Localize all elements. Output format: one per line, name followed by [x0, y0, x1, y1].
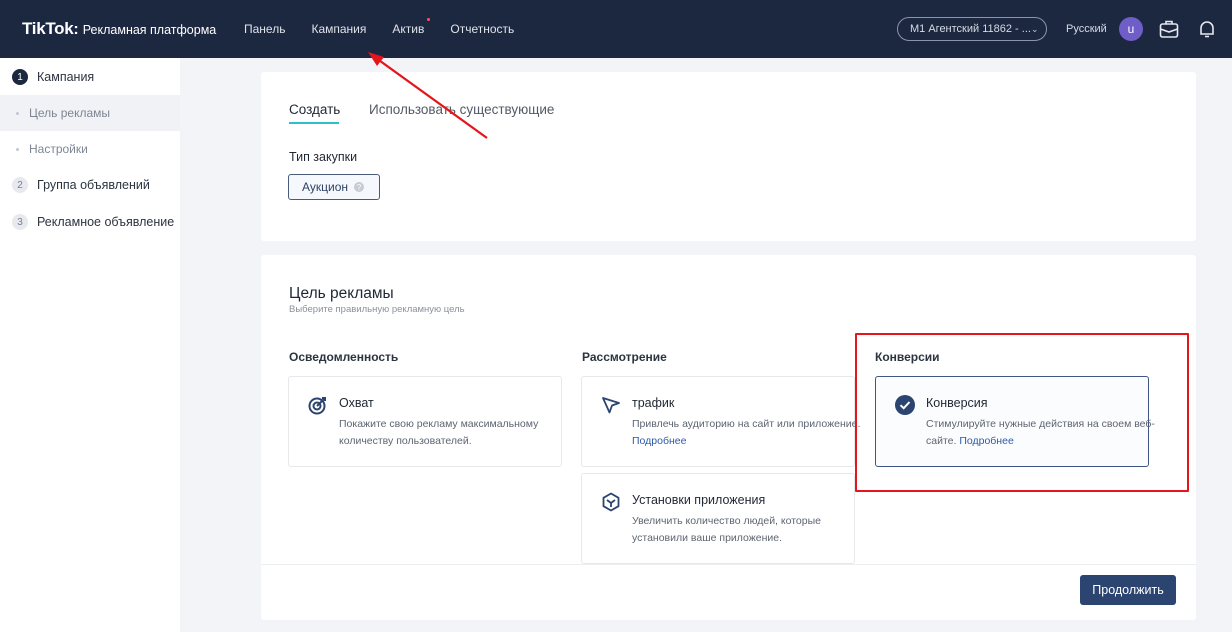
bell-icon[interactable]	[1196, 18, 1218, 40]
briefcase-icon[interactable]	[1158, 18, 1180, 40]
substep-label: Настройки	[29, 142, 88, 156]
option-description: Привлечь аудиторию на сайт или приложени…	[632, 416, 862, 450]
notification-dot	[427, 18, 431, 21]
option-description-text: Привлечь аудиторию на сайт или приложени…	[632, 418, 861, 430]
objective-subtitle: Выберите правильную рекламную цель	[289, 304, 465, 315]
step-number: 2	[12, 177, 28, 193]
step-number: 3	[12, 214, 28, 230]
substep-settings[interactable]: Настройки	[0, 131, 180, 167]
objective-title: Цель рекламы	[289, 285, 394, 302]
account-label: M1 Агентский 11862 - ...	[910, 23, 1031, 35]
highlight-box	[855, 333, 1189, 492]
target-icon	[308, 397, 326, 415]
option-title: Установки приложения	[632, 493, 766, 507]
chevron-down-icon: ⌄	[1030, 23, 1039, 34]
auction-label: Аукцион	[302, 180, 348, 194]
option-title: трафик	[632, 396, 675, 410]
step-ad[interactable]: 3 Рекламное объявление	[0, 204, 180, 240]
learn-more-link[interactable]: Подробнее	[632, 435, 686, 447]
step-label: Кампания	[37, 70, 95, 84]
main-nav: Панель Кампания Актив Отчетность	[244, 0, 540, 58]
step-number: 1	[12, 69, 28, 85]
step-ad-group[interactable]: 2 Группа объявлений	[0, 167, 180, 203]
bullet-icon	[16, 147, 19, 151]
step-label: Рекламное объявление	[37, 215, 175, 229]
brand-subtitle: Рекламная платформа	[82, 23, 217, 37]
option-description: Увеличить количество людей, которые уста…	[632, 515, 821, 544]
option-reach[interactable]: Охват Покажите свою рекламу максимальном…	[288, 376, 562, 467]
step-campaign[interactable]: 1 Кампания	[0, 59, 180, 95]
app-cube-icon	[602, 492, 620, 512]
purchase-type-label: Тип закупки	[289, 150, 358, 164]
tab-create[interactable]: Создать	[289, 102, 340, 117]
purchase-type-card: Создать Использовать существующие Тип за…	[261, 72, 1196, 241]
nav-dashboard[interactable]: Панель	[244, 22, 285, 36]
option-description: Покажите свою рекламу максимальному коли…	[339, 418, 539, 447]
substep-ad-objective[interactable]: Цель рекламы	[0, 95, 180, 131]
nav-reporting[interactable]: Отчетность	[450, 22, 514, 36]
brand-logo: TikTok	[22, 19, 74, 38]
cursor-icon	[602, 397, 620, 414]
brand[interactable]: TikTok : Рекламная платформа	[22, 19, 216, 39]
help-icon[interactable]: ?	[354, 182, 364, 192]
language-selector[interactable]: Русский	[1066, 23, 1107, 35]
brand-separator: :	[73, 21, 79, 38]
active-tab-indicator	[289, 122, 339, 124]
option-title: Охват	[339, 396, 374, 410]
option-app-installs[interactable]: Установки приложения Увеличить количеств…	[581, 473, 855, 564]
nav-assets[interactable]: Актив	[392, 18, 431, 36]
tab-use-existing[interactable]: Использовать существующие	[369, 102, 554, 117]
bottom-action-bar	[261, 564, 1196, 618]
substep-label: Цель рекламы	[29, 106, 111, 120]
nav-assets-label: Актив	[392, 22, 425, 36]
continue-button[interactable]: Продолжить	[1080, 575, 1176, 605]
avatar[interactable]: u	[1119, 17, 1143, 41]
account-selector[interactable]: M1 Агентский 11862 - ... ⌄	[897, 17, 1047, 41]
top-navigation-bar: TikTok : Рекламная платформа Панель Камп…	[0, 0, 1232, 58]
column-awareness: Осведомленность	[289, 350, 399, 364]
step-label: Группа объявлений	[37, 178, 150, 192]
option-traffic[interactable]: трафик Привлечь аудиторию на сайт или пр…	[581, 376, 860, 467]
campaign-steps-sidebar: 1 Кампания Цель рекламы Настройки 2 Груп…	[0, 58, 180, 632]
bullet-icon	[16, 111, 19, 115]
nav-campaign[interactable]: Кампания	[311, 22, 366, 36]
auction-option[interactable]: Аукцион ?	[288, 174, 380, 200]
column-consideration: Рассмотрение	[582, 350, 667, 364]
